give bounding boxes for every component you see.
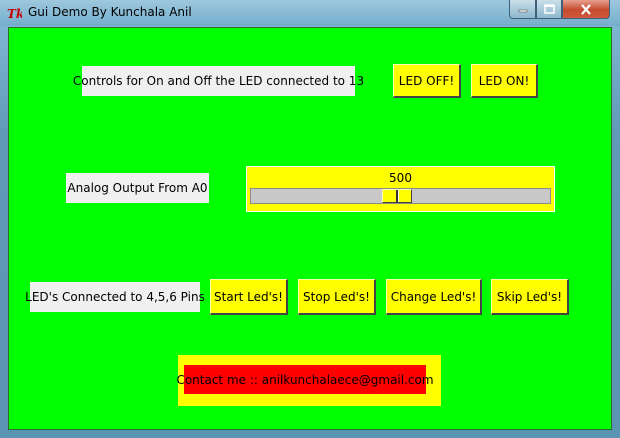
- slider-grip: [396, 190, 399, 202]
- leds-label: LED's Connected to 4,5,6 Pins: [25, 282, 205, 312]
- start-leds-button[interactable]: Start Led's!: [210, 279, 288, 315]
- led13-label: Controls for On and Off the LED connecte…: [73, 66, 364, 96]
- tk-feather-icon: Tk: [7, 7, 22, 21]
- title-bar[interactable]: Tk Gui Demo By Kunchala Anil: [0, 0, 620, 26]
- contact-frame: Contact me :: anilkunchalaece@gmail.com: [176, 355, 441, 406]
- maximize-button[interactable]: [536, 0, 562, 19]
- skip-leds-button[interactable]: Skip Led's!: [491, 279, 569, 315]
- maximize-icon: [543, 4, 555, 14]
- analog-scale[interactable]: 500: [246, 166, 555, 212]
- app-window: Tk Gui Demo By Kunchala Anil Controls fo…: [0, 0, 620, 438]
- led-off-button[interactable]: LED OFF!: [393, 64, 461, 98]
- analog-label: Analog Output From A0: [66, 173, 209, 203]
- contact-label: Contact me :: anilkunchalaece@gmail.com: [176, 365, 434, 394]
- stop-leds-button[interactable]: Stop Led's!: [298, 279, 376, 315]
- led-on-button[interactable]: LED ON!: [471, 64, 538, 98]
- change-leds-button[interactable]: Change Led's!: [386, 279, 482, 315]
- svg-text:Tk: Tk: [7, 7, 22, 21]
- scale-value: 500: [389, 171, 412, 185]
- close-button[interactable]: [562, 0, 610, 19]
- scale-slider-handle[interactable]: [382, 189, 412, 203]
- window-title: Gui Demo By Kunchala Anil: [28, 5, 192, 19]
- minimize-icon: [518, 9, 527, 13]
- scale-trough[interactable]: [250, 188, 551, 204]
- minimize-button[interactable]: [509, 0, 536, 19]
- close-icon: [581, 3, 591, 15]
